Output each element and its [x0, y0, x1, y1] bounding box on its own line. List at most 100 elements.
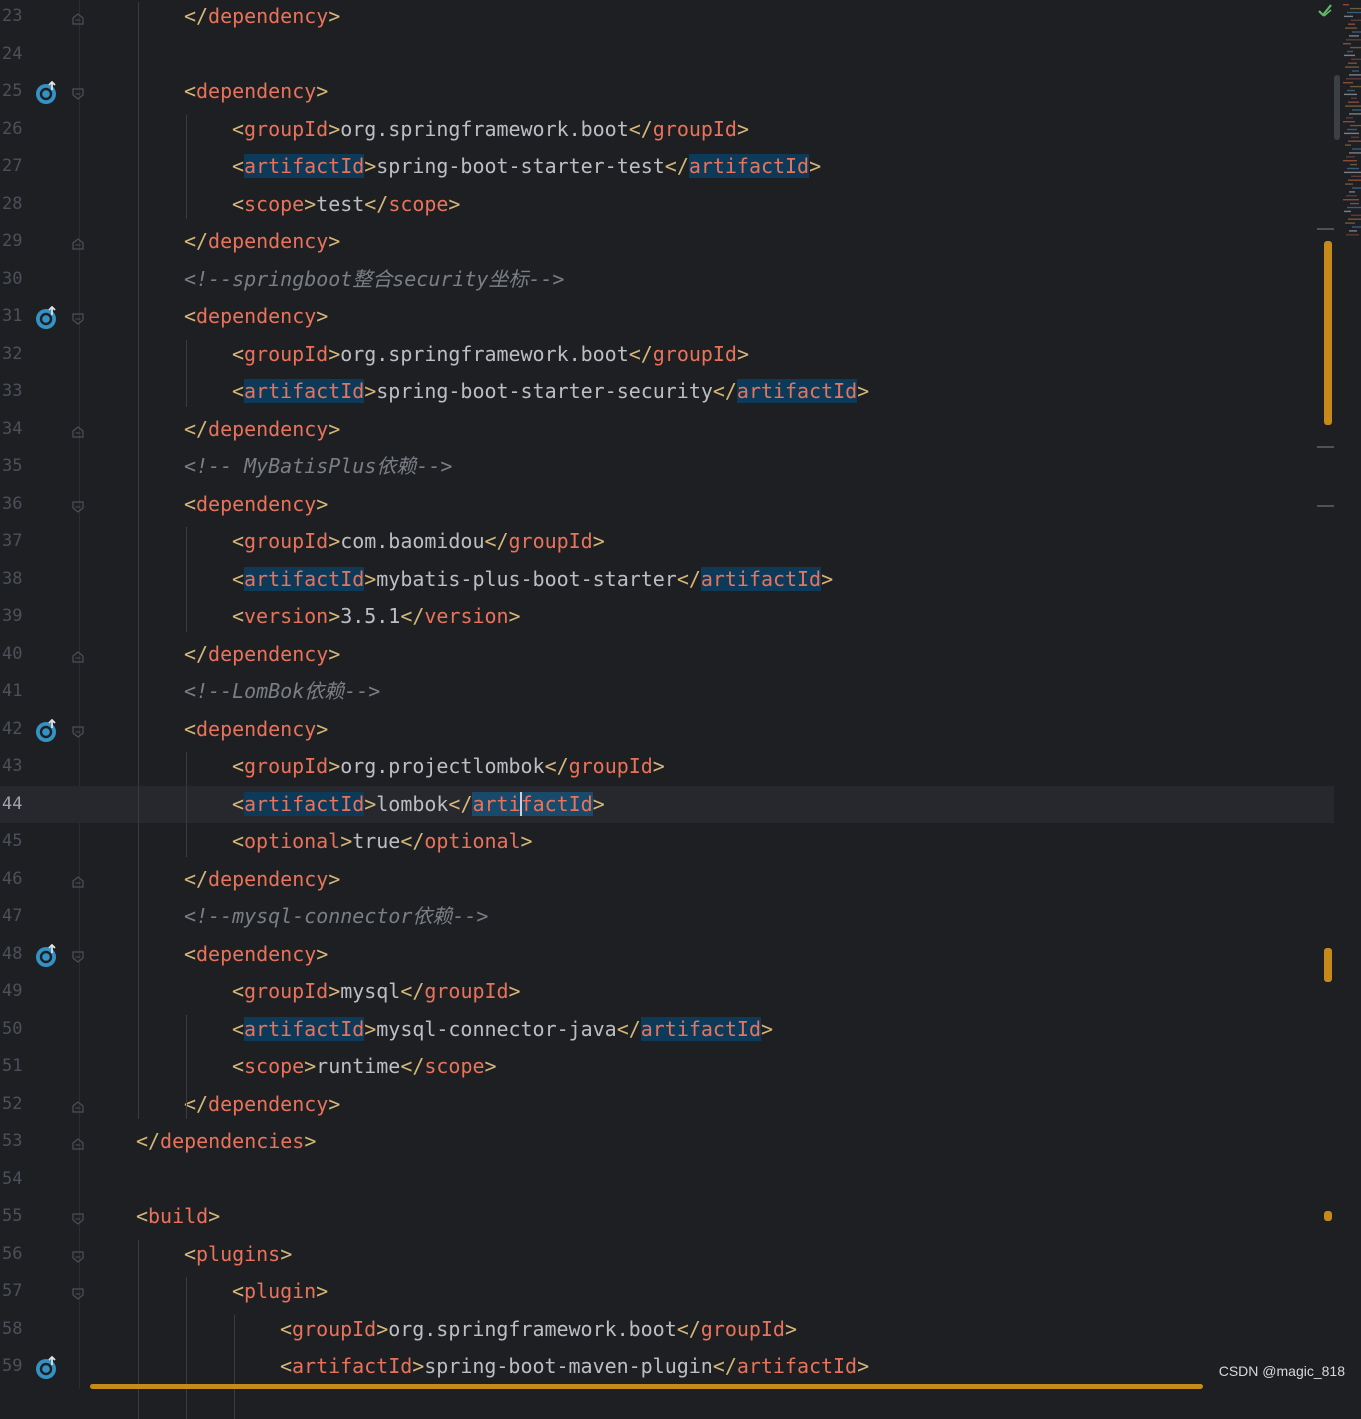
tag-bracket: <	[232, 1017, 244, 1041]
code-line[interactable]: 46</dependency>	[0, 861, 1334, 899]
tag-name: dependency	[208, 642, 328, 666]
scrollbar-thumb[interactable]	[1334, 75, 1340, 140]
tag-bracket: <	[184, 1242, 196, 1266]
tag-bracket: >	[328, 642, 340, 666]
tag-name: dependency	[196, 942, 316, 966]
code-line[interactable]: 49<groupId>mysql</groupId>	[0, 973, 1334, 1011]
tag-bracket: </	[677, 567, 701, 591]
error-stripe-overview[interactable]	[1339, 0, 1361, 245]
overview-line	[1349, 191, 1355, 192]
maven-dependency-icon[interactable]	[35, 944, 59, 968]
scroll-marker[interactable]	[1324, 241, 1332, 425]
code-line[interactable]: 50<artifactId>mysql-connector-java</arti…	[0, 1011, 1334, 1049]
code-line[interactable]: 39<version>3.5.1</version>	[0, 598, 1334, 636]
tag-bracket: <	[232, 604, 244, 628]
code-line[interactable]: 59<artifactId>spring-boot-maven-plugin</…	[0, 1348, 1334, 1386]
fold-open-icon[interactable]	[72, 1285, 84, 1297]
line-number: 25	[2, 73, 22, 111]
fold-close-icon[interactable]	[72, 1135, 84, 1147]
code-line[interactable]: 42<dependency>	[0, 711, 1334, 749]
code-line[interactable]: 40</dependency>	[0, 636, 1334, 674]
code-line[interactable]: 36<dependency>	[0, 486, 1334, 524]
text-value: org.springframework.boot	[340, 117, 629, 141]
code-line[interactable]: 23</dependency>	[0, 0, 1334, 36]
fold-open-icon[interactable]	[72, 948, 84, 960]
overview-line	[1348, 102, 1359, 103]
code-line[interactable]: 51<scope>runtime</scope>	[0, 1048, 1334, 1086]
code-line[interactable]: 47<!--mysql-connector依赖-->	[0, 898, 1334, 936]
code-line[interactable]: 43<groupId>org.projectlombok</groupId>	[0, 748, 1334, 786]
tag-bracket: </	[136, 1129, 160, 1153]
line-number: 58	[2, 1311, 22, 1349]
code-line[interactable]: 44<artifactId>lombok</artifactId>	[0, 786, 1334, 824]
code-line[interactable]: 37<groupId>com.baomidou</groupId>	[0, 523, 1334, 561]
tag-bracket: >	[316, 717, 328, 741]
line-number: 55	[2, 1198, 22, 1236]
maven-dependency-icon[interactable]	[35, 1356, 59, 1380]
overview-line	[1350, 203, 1359, 204]
tag-name: artifactId	[737, 1354, 857, 1378]
code-line[interactable]: 34</dependency>	[0, 411, 1334, 449]
code-line[interactable]: 45<optional>true</optional>	[0, 823, 1334, 861]
tag-bracket: >	[328, 117, 340, 141]
code-line[interactable]: 29</dependency>	[0, 223, 1334, 261]
code-line[interactable]: 24	[0, 36, 1334, 74]
code-line[interactable]: 53</dependencies>	[0, 1123, 1334, 1161]
fold-open-icon[interactable]	[72, 310, 84, 322]
overview-line	[1351, 137, 1359, 138]
tag-bracket: >	[364, 379, 376, 403]
code-line[interactable]: 58<groupId>org.springframework.boot</gro…	[0, 1311, 1334, 1349]
code-line[interactable]: 33<artifactId>spring-boot-starter-securi…	[0, 373, 1334, 411]
fold-close-icon[interactable]	[72, 423, 84, 435]
tag-bracket: >	[809, 154, 821, 178]
code-line[interactable]: 52</dependency>	[0, 1086, 1334, 1124]
code-line[interactable]: 35<!-- MyBatisPlus依赖-->	[0, 448, 1334, 486]
fold-open-icon[interactable]	[72, 85, 84, 97]
code-editor[interactable]: 23</dependency>2425<dependency>26<groupI…	[0, 0, 1361, 1389]
code-line[interactable]: 32<groupId>org.springframework.boot</gro…	[0, 336, 1334, 374]
overview-line	[1349, 35, 1359, 36]
code-line[interactable]: 28<scope>test</scope>	[0, 186, 1334, 224]
code-line[interactable]: 41<!--LomBok依赖-->	[0, 673, 1334, 711]
tag-bracket: >	[593, 529, 605, 553]
maven-dependency-icon[interactable]	[35, 81, 59, 105]
tag-bracket: >	[304, 1129, 316, 1153]
fold-close-icon[interactable]	[72, 648, 84, 660]
code-line[interactable]: 27<artifactId>spring-boot-starter-test</…	[0, 148, 1334, 186]
overview-line	[1347, 129, 1357, 130]
code-line[interactable]: 38<artifactId>mybatis-plus-boot-starter<…	[0, 561, 1334, 599]
fold-close-icon[interactable]	[72, 873, 84, 885]
code-line[interactable]: 31<dependency>	[0, 298, 1334, 336]
text-value: spring-boot-starter-test	[376, 154, 665, 178]
line-number: 34	[2, 411, 22, 449]
overview-line	[1345, 66, 1359, 67]
code-line[interactable]: 54	[0, 1161, 1334, 1199]
code-line[interactable]: 57<plugin>	[0, 1273, 1334, 1311]
fold-close-icon[interactable]	[72, 10, 84, 22]
scroll-marker[interactable]	[1324, 1211, 1332, 1221]
code-line[interactable]: 26<groupId>org.springframework.boot</gro…	[0, 111, 1334, 149]
maven-dependency-icon[interactable]	[35, 306, 59, 330]
fold-open-icon[interactable]	[72, 498, 84, 510]
tag-bracket: </	[184, 1092, 208, 1116]
overview-line	[1350, 125, 1361, 126]
scroll-marker[interactable]	[1324, 948, 1332, 982]
fold-close-icon[interactable]	[72, 235, 84, 247]
code-line[interactable]: 30<!--springboot整合security坐标-->	[0, 261, 1334, 299]
checkmark-icon[interactable]	[1317, 2, 1333, 18]
code-line[interactable]: 25<dependency>	[0, 73, 1334, 111]
maven-dependency-icon[interactable]	[35, 719, 59, 743]
fold-open-icon[interactable]	[72, 1210, 84, 1222]
fold-open-icon[interactable]	[72, 723, 84, 735]
tag-bracket: >	[328, 754, 340, 778]
overview-line	[1344, 94, 1357, 95]
fold-open-icon[interactable]	[72, 1248, 84, 1260]
line-number: 38	[2, 561, 22, 599]
fold-close-icon[interactable]	[72, 1098, 84, 1110]
code-line[interactable]: 48<dependency>	[0, 936, 1334, 974]
code-line[interactable]: 56<plugins>	[0, 1236, 1334, 1274]
horizontal-scrollbar[interactable]	[90, 1384, 1203, 1389]
tag-name: version	[424, 604, 508, 628]
code-line[interactable]: 55<build>	[0, 1198, 1334, 1236]
tag-name: optional	[424, 829, 520, 853]
